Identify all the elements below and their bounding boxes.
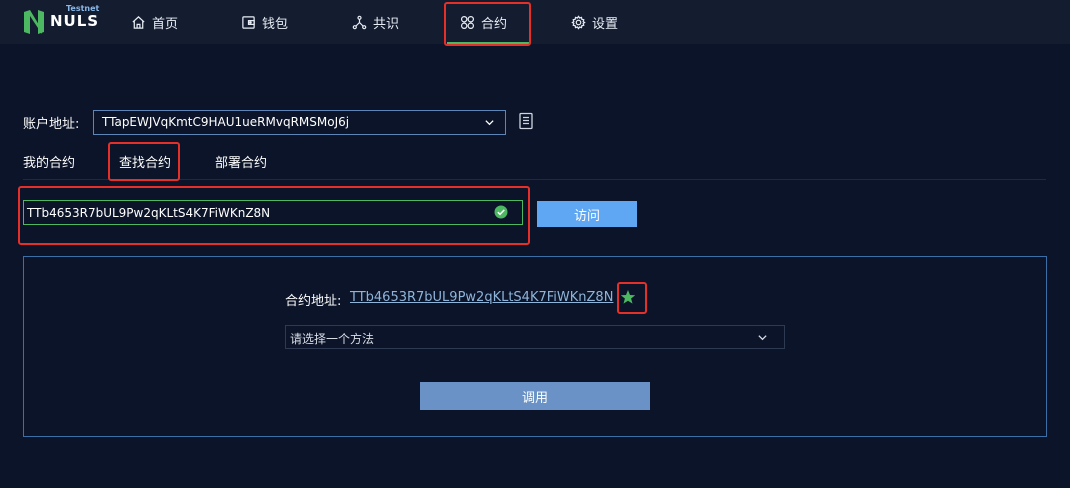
method-select[interactable]: 请选择一个方法 (285, 325, 785, 349)
tabs-divider (23, 179, 1046, 180)
active-nav-indicator (447, 42, 529, 44)
account-address-select[interactable]: TTapEWJVqKmtC9HAU1ueRMvqRMSMoJ6j (93, 110, 506, 135)
document-icon[interactable] (518, 112, 534, 130)
nav-item-label: 首页 (152, 16, 179, 32)
testnet-badge: Testnet (66, 4, 100, 13)
call-button[interactable]: 调用 (420, 382, 650, 410)
nav-item-home[interactable]: 首页 (131, 0, 178, 44)
check-circle-icon (494, 205, 508, 219)
nav-item-wallet[interactable]: 钱包 (241, 0, 288, 44)
method-select-placeholder: 请选择一个方法 (290, 332, 375, 346)
contract-address-link[interactable]: TTb4653R7bUL9Pw2qKLtS4K7FiWKnZ8N (350, 290, 613, 305)
consensus-icon (352, 15, 367, 29)
wallet-icon (242, 15, 255, 29)
chevron-down-icon (758, 335, 767, 341)
nav-item-label: 钱包 (262, 16, 289, 32)
tab-deploy-contract[interactable]: 部署合约 (215, 152, 267, 171)
gear-icon (571, 14, 586, 30)
home-icon (132, 15, 145, 29)
contract-address-input[interactable]: TTb4653R7bUL9Pw2qKLtS4K7FiWKnZ8N (23, 200, 523, 225)
contract-address-label: 合约地址: (285, 294, 342, 309)
nuls-logo-mark (24, 10, 44, 34)
tab-my-contracts[interactable]: 我的合约 (23, 152, 75, 171)
visit-button[interactable]: 访问 (537, 201, 637, 227)
nav-item-consensus[interactable]: 共识 (352, 0, 399, 44)
top-nav-bar: NULS Testnet 首页 钱包 共识 合约 设置 (0, 0, 1070, 44)
nav-item-label: 共识 (373, 16, 400, 32)
nav-item-label: 设置 (592, 16, 619, 32)
account-address-value: TTapEWJVqKmtC9HAU1ueRMvqRMSMoJ6j (102, 115, 350, 129)
contract-address-input-value: TTb4653R7bUL9Pw2qKLtS4K7FiWKnZ8N (27, 206, 271, 220)
brand-name: NULS (50, 12, 100, 30)
nav-item-settings[interactable]: 设置 (571, 0, 618, 44)
nav-item-contract[interactable]: 合约 (460, 0, 507, 44)
nav-item-label: 合约 (481, 16, 508, 32)
nuls-logo[interactable]: NULS Testnet (22, 4, 102, 38)
star-icon[interactable] (620, 289, 636, 305)
tab-find-contract[interactable]: 查找合约 (119, 152, 171, 171)
contract-icon (460, 15, 475, 29)
account-address-label: 账户地址: (23, 117, 80, 132)
chevron-down-icon (485, 120, 494, 126)
